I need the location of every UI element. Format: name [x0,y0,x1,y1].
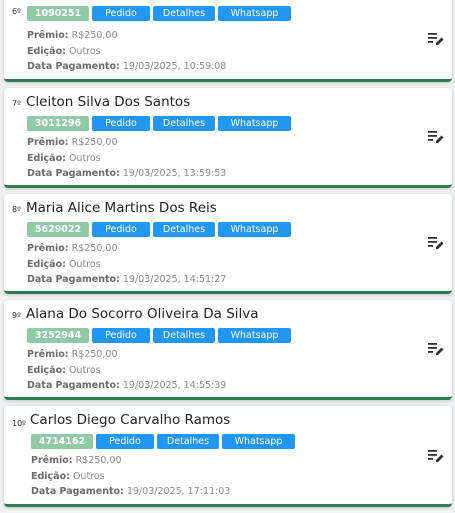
info-block: Prêmio: R$250,00 Edição: Outros Data Pag… [27,347,226,394]
premio-label: Prêmio: [27,30,69,41]
pedido-button[interactable]: Pedido [92,6,150,21]
edicao-label: Edição: [27,45,66,57]
edicao-value: Outros [68,45,101,57]
data-pagamento-label: Data Pagamento: [31,486,124,497]
rank-label: 9º [12,311,21,320]
winner-name: Cleiton Silva Dos Santos [26,94,191,110]
rank-label: 8º [12,205,21,214]
pedido-button[interactable]: Pedido [92,116,150,131]
edicao-value: Outros [68,258,101,270]
data-pagamento-label: Data Pagamento: [27,380,120,391]
ticket-code-badge[interactable]: 1090251 [27,6,89,21]
whatsapp-button[interactable]: Whatsapp [222,434,295,449]
result-card: 9º Alana Do Socorro Oliveira Da Silva 32… [4,300,452,400]
detalhes-button[interactable]: Detalhes [153,328,215,343]
data-pagamento-label: Data Pagamento: [27,274,120,285]
info-block: Prêmio: R$250,00 Edição: Outros Data Pag… [27,241,226,288]
premio-value: R$250,00 [71,137,118,148]
info-block: Prêmio: R$250,00 Edição: Outros Data Pag… [27,135,226,182]
edicao-label: Edição: [27,258,66,270]
premio-label: Prêmio: [27,349,69,360]
ticket-code-badge[interactable]: 3252944 [27,328,89,343]
winner-name: Alana Do Socorro Oliveira Da Silva [26,306,259,322]
edit-list-icon[interactable] [428,130,444,144]
pedido-button[interactable]: Pedido [96,434,154,449]
data-pagamento-label: Data Pagamento: [27,61,120,72]
ticket-code-badge[interactable]: 3011296 [27,116,89,131]
premio-label: Prêmio: [31,455,73,466]
data-pagamento-value: 19/03/2025, 10:59:08 [122,61,227,72]
whatsapp-button[interactable]: Whatsapp [218,328,291,343]
edicao-value: Outros [68,152,101,164]
winner-name: Maria Alice Martins Dos Reis [26,200,217,216]
pedido-button[interactable]: Pedido [92,222,150,237]
data-pagamento-value: 19/03/2025, 17:11:03 [126,486,231,497]
result-card: 8º Maria Alice Martins Dos Reis 5629022 … [4,194,452,294]
info-block: Prêmio: R$250,00 Edição: Outros Data Pag… [31,453,230,500]
premio-value: R$250,00 [75,455,122,466]
premio-value: R$250,00 [71,243,118,254]
data-pagamento-value: 19/03/2025, 13:59:53 [122,168,227,179]
premio-value: R$250,00 [71,30,118,41]
edicao-label: Edição: [31,470,70,482]
edit-list-icon[interactable] [428,342,444,356]
whatsapp-button[interactable]: Whatsapp [218,116,291,131]
edit-list-icon[interactable] [428,236,444,250]
premio-value: R$250,00 [71,349,118,360]
premio-label: Prêmio: [27,243,69,254]
whatsapp-button[interactable]: Whatsapp [218,6,291,21]
result-card: 7º Cleiton Silva Dos Santos 3011296 Pedi… [4,88,452,188]
pedido-button[interactable]: Pedido [92,328,150,343]
ticket-code-badge[interactable]: 4714162 [31,434,93,449]
premio-label: Prêmio: [27,137,69,148]
ticket-code-badge[interactable]: 5629022 [27,222,89,237]
edicao-value: Outros [68,364,101,376]
edicao-label: Edição: [27,152,66,164]
edicao-value: Outros [72,470,105,482]
winner-name: Carlos Diego Carvalho Ramos [30,412,231,428]
rank-label: 10º [12,419,26,428]
result-card: 10º Carlos Diego Carvalho Ramos 4714162 … [4,406,452,507]
detalhes-button[interactable]: Detalhes [153,222,215,237]
result-card: 6º 1090251 Pedido Detalhes Whatsapp Prêm… [4,0,452,82]
data-pagamento-label: Data Pagamento: [27,168,120,179]
detalhes-button[interactable]: Detalhes [153,116,215,131]
edit-list-icon[interactable] [428,32,444,46]
edicao-label: Edição: [27,364,66,376]
data-pagamento-value: 19/03/2025, 14:55:39 [122,380,227,391]
whatsapp-button[interactable]: Whatsapp [218,222,291,237]
data-pagamento-value: 19/03/2025, 14:51:27 [122,274,227,285]
rank-label: 6º [12,7,21,16]
detalhes-button[interactable]: Detalhes [157,434,219,449]
info-block: Prêmio: R$250,00 Edição: Outros Data Pag… [27,28,226,75]
detalhes-button[interactable]: Detalhes [153,6,215,21]
edit-list-icon[interactable] [428,449,444,463]
rank-label: 7º [12,99,21,108]
